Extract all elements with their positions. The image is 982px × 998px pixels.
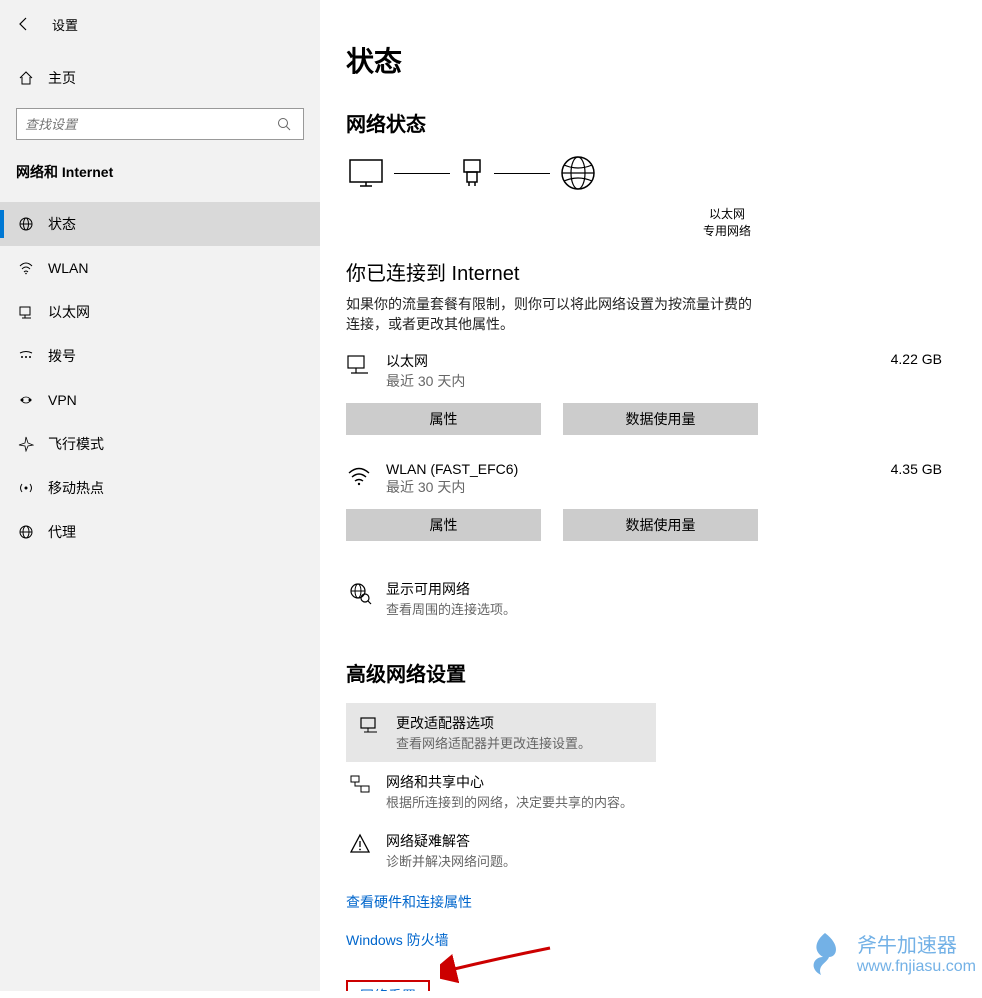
main-content: 状态 网络状态 以太网 专用网络 你已连接到 Internet 如果你的流量套餐… — [320, 0, 982, 991]
connected-desc: 如果你的流量套餐有限制，则你可以将此网络设置为按流量计费的连接，或者更改其他属性… — [346, 294, 756, 335]
option-title: 显示可用网络 — [386, 579, 516, 599]
watermark-brand: 斧牛加速器 — [857, 934, 976, 958]
sidebar: 设置 主页 网络和 Internet 状态 WLAN — [0, 0, 320, 991]
section-advanced: 高级网络设置 — [346, 658, 982, 687]
ethernet-icon — [16, 304, 36, 320]
watermark-logo-icon — [797, 927, 853, 983]
properties-button[interactable]: 属性 — [346, 403, 541, 435]
search-input[interactable] — [17, 109, 269, 139]
sidebar-item-proxy[interactable]: 代理 — [0, 510, 320, 554]
pc-icon — [346, 156, 386, 190]
sidebar-item-wlan[interactable]: WLAN — [0, 246, 320, 290]
search-input-wrap[interactable] — [16, 108, 304, 140]
option-title: 更改适配器选项 — [396, 713, 591, 733]
sidebar-item-hotspot[interactable]: 移动热点 — [0, 466, 320, 510]
sidebar-item-dialup[interactable]: 拨号 — [0, 334, 320, 378]
network-amount: 4.35 GB — [891, 461, 982, 477]
network-entry-ethernet: 以太网 最近 30 天内 4.22 GB 属性 数据使用量 — [346, 351, 982, 435]
dialup-icon — [16, 348, 36, 364]
globe-icon — [558, 153, 598, 193]
sidebar-nav: 状态 WLAN 以太网 拨号 VPN 飞行模式 — [0, 202, 320, 554]
sidebar-item-vpn[interactable]: VPN — [0, 378, 320, 422]
sidebar-item-label: VPN — [48, 392, 77, 408]
vpn-icon — [16, 392, 36, 408]
link-network-reset[interactable]: 网络重置 — [346, 980, 430, 991]
home-icon — [16, 70, 36, 86]
hotspot-icon — [16, 480, 36, 496]
proxy-icon — [16, 524, 36, 540]
globe-icon — [16, 216, 36, 232]
option-title: 网络和共享中心 — [386, 772, 633, 792]
sidebar-item-label: 状态 — [48, 214, 76, 234]
ethernet-icon — [346, 353, 374, 379]
show-available-networks[interactable]: 显示可用网络 查看周围的连接选项。 — [346, 569, 766, 628]
sidebar-item-label: 移动热点 — [48, 478, 104, 498]
sidebar-item-label: 飞行模式 — [48, 434, 104, 454]
network-amount: 4.22 GB — [891, 351, 982, 367]
troubleshoot-icon — [346, 833, 374, 870]
router-icon — [458, 156, 486, 190]
network-entry-wlan: WLAN (FAST_EFC6) 最近 30 天内 4.35 GB 属性 数据使… — [346, 461, 982, 541]
option-sub: 查看周围的连接选项。 — [386, 599, 516, 618]
section-network-status: 网络状态 — [346, 108, 982, 137]
globe-search-icon — [346, 581, 374, 618]
wifi-icon — [346, 463, 374, 489]
network-diagram — [346, 153, 982, 193]
sidebar-item-status[interactable]: 状态 — [0, 202, 320, 246]
network-name: 以太网 — [386, 351, 891, 371]
page-title: 状态 — [346, 40, 982, 80]
network-sub: 最近 30 天内 — [386, 371, 891, 391]
link-hardware-props[interactable]: 查看硬件和连接属性 — [346, 892, 472, 912]
link-firewall[interactable]: Windows 防火墙 — [346, 930, 449, 950]
sidebar-item-label: 代理 — [48, 522, 76, 542]
sidebar-item-label: 以太网 — [48, 302, 90, 322]
network-name: WLAN (FAST_EFC6) — [386, 461, 891, 477]
option-sub: 诊断并解决网络问题。 — [386, 851, 516, 870]
sidebar-section-title: 网络和 Internet — [0, 162, 320, 182]
option-troubleshoot[interactable]: 网络疑难解答 诊断并解决网络问题。 — [346, 821, 766, 880]
adapter-icon — [356, 715, 384, 752]
diagram-label: 以太网 专用网络 — [472, 205, 982, 239]
watermark-url: www.fnjiasu.com — [857, 958, 976, 976]
option-sub: 查看网络适配器并更改连接设置。 — [396, 733, 591, 752]
sidebar-item-ethernet[interactable]: 以太网 — [0, 290, 320, 334]
sidebar-item-label: WLAN — [48, 260, 88, 276]
home-label: 主页 — [48, 68, 76, 88]
home-link[interactable]: 主页 — [0, 60, 320, 96]
properties-button[interactable]: 属性 — [346, 509, 541, 541]
sidebar-item-label: 拨号 — [48, 346, 76, 366]
watermark: 斧牛加速器 www.fnjiasu.com — [797, 927, 976, 983]
back-button[interactable] — [10, 10, 38, 38]
wifi-icon — [16, 260, 36, 276]
airplane-icon — [16, 436, 36, 452]
data-usage-button[interactable]: 数据使用量 — [563, 403, 758, 435]
app-title: 设置 — [52, 15, 78, 34]
option-title: 网络疑难解答 — [386, 831, 516, 851]
option-sub: 根据所连接到的网络，决定要共享的内容。 — [386, 792, 633, 811]
sidebar-item-airplane[interactable]: 飞行模式 — [0, 422, 320, 466]
option-sharing-center[interactable]: 网络和共享中心 根据所连接到的网络，决定要共享的内容。 — [346, 762, 766, 821]
sharing-icon — [346, 774, 374, 811]
search-icon — [269, 117, 299, 131]
option-change-adapter[interactable]: 更改适配器选项 查看网络适配器并更改连接设置。 — [346, 703, 656, 762]
connected-title: 你已连接到 Internet — [346, 257, 982, 286]
data-usage-button[interactable]: 数据使用量 — [563, 509, 758, 541]
network-sub: 最近 30 天内 — [386, 477, 891, 497]
